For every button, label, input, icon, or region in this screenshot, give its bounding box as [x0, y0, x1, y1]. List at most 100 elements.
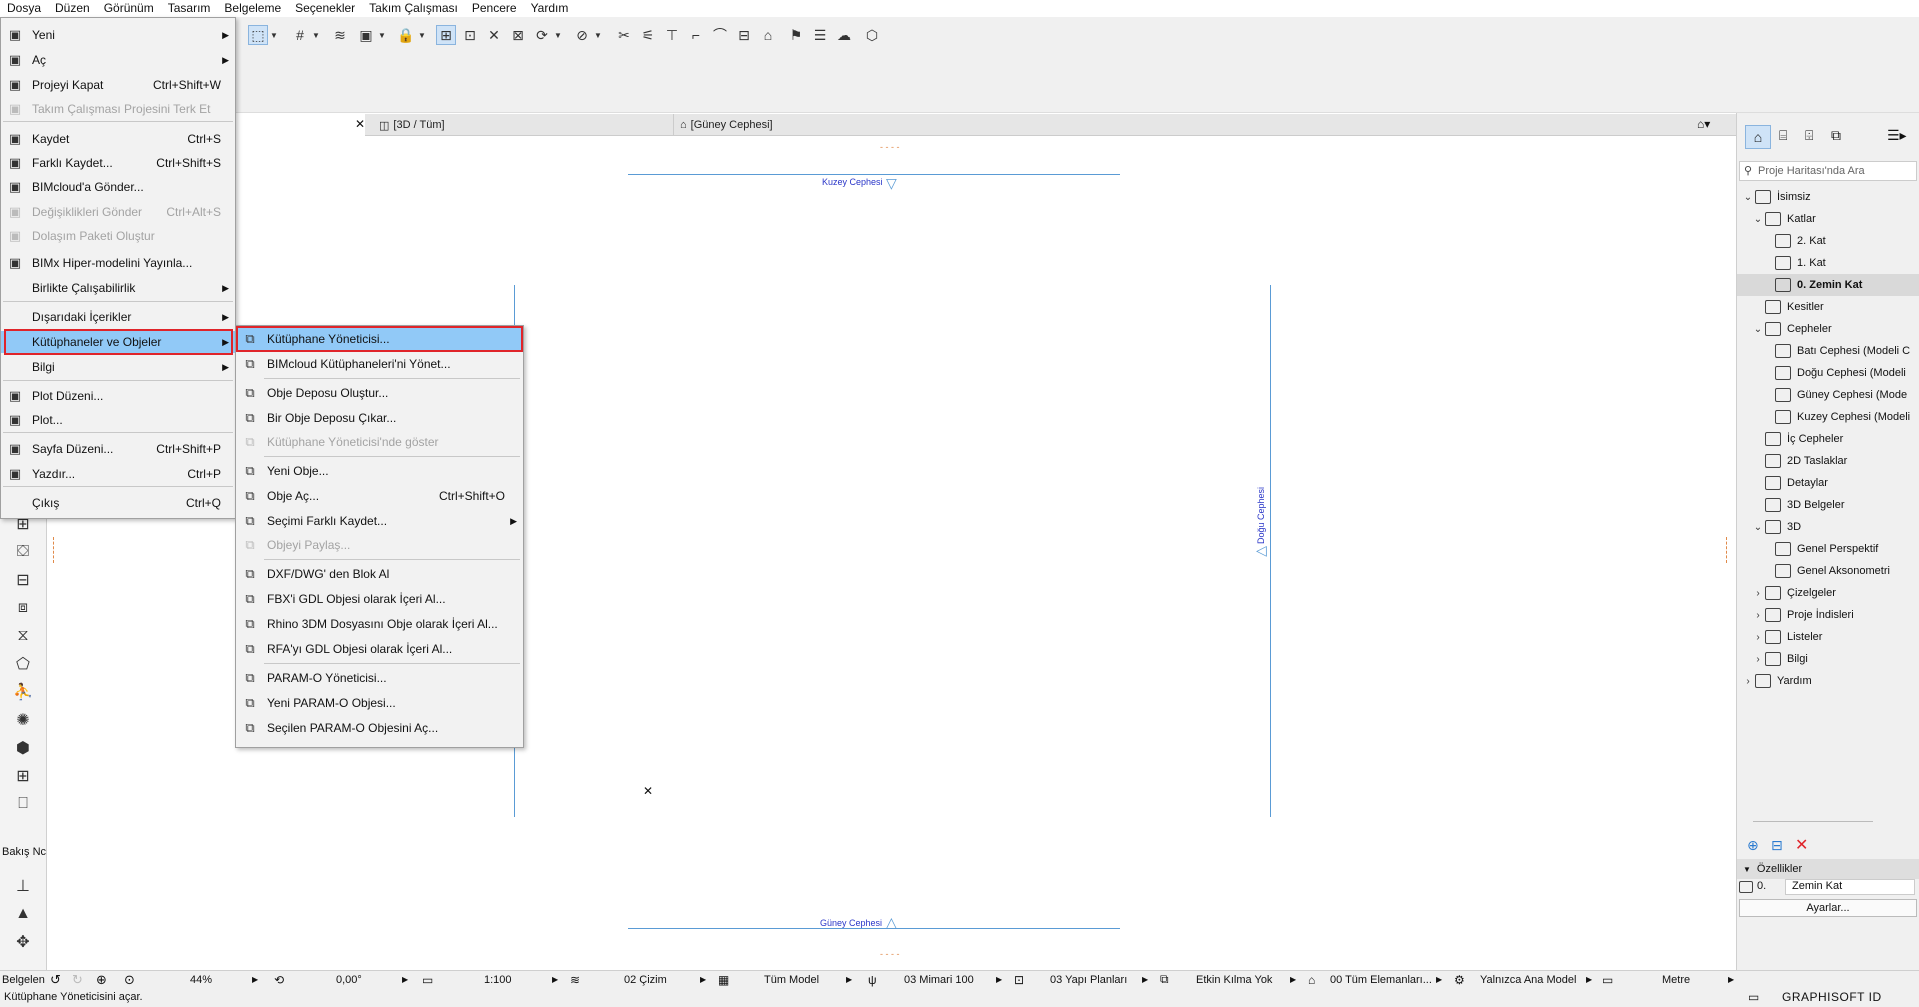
- tree-item[interactable]: İç Cepheler: [1737, 428, 1919, 450]
- dropdown-arrow-icon[interactable]: ▶: [846, 971, 852, 988]
- library-menu-item[interactable]: ⧉ DXF/DWG' den Blok Al: [236, 563, 523, 585]
- file-menu-item[interactable]: ▣ Projeyi Kapat Ctrl+Shift+W: [1, 74, 235, 96]
- dropdown-arrow-icon[interactable]: ▼: [378, 25, 386, 45]
- undo-zoom-icon[interactable]: ↺: [50, 971, 61, 988]
- file-menu-item[interactable]: ▣ BIMx Hiper-modelini Yayınla...: [1, 252, 235, 274]
- tree-item[interactable]: Genel Perspektif: [1737, 538, 1919, 560]
- menu-belgeleme[interactable]: Belgeleme: [217, 0, 288, 17]
- library-menu-item[interactable]: ⧉ Obje Deposu Oluştur...: [236, 382, 523, 404]
- dropdown-arrow-icon[interactable]: ▼: [418, 25, 426, 45]
- dropdown-arrow-icon[interactable]: ▼: [270, 25, 278, 45]
- file-menu-item[interactable]: ▣ Plot Düzeni...: [1, 385, 235, 407]
- layer-icon[interactable]: ▣: [356, 25, 376, 45]
- library-menu-item[interactable]: ⧉ PARAM-O Yöneticisi...: [236, 667, 523, 689]
- offset-icon[interactable]: ✕: [484, 25, 504, 45]
- door-tool-icon[interactable]: ⎕: [10, 791, 36, 817]
- tree-item[interactable]: ⌄ 3D: [1737, 516, 1919, 538]
- tree-item[interactable]: 2. Kat: [1737, 230, 1919, 252]
- file-menu-item[interactable]: ▣ Dolaşım Paketi Oluştur: [1, 225, 235, 247]
- tab-menu-icon[interactable]: ⌂▾: [1697, 117, 1710, 131]
- settings-view-icon[interactable]: ⊟: [1771, 837, 1783, 854]
- house-icon[interactable]: ⌂: [758, 25, 778, 45]
- view-map-icon[interactable]: ⌸: [1779, 127, 1787, 144]
- tab-current[interactable]: [235, 114, 365, 136]
- menu-secenekler[interactable]: Seçenekler: [288, 0, 362, 17]
- file-menu-item[interactable]: ▣ Farklı Kaydet... Ctrl+Shift+S: [1, 152, 235, 174]
- file-menu-item[interactable]: ▣ Değişiklikleri Gönder Ctrl+Alt+S: [1, 201, 235, 223]
- tree-item[interactable]: › Yardım: [1737, 670, 1919, 692]
- expand-chevron-icon[interactable]: ›: [1741, 676, 1755, 687]
- dropdown-arrow-icon[interactable]: ▶: [402, 971, 408, 988]
- menu-yardim[interactable]: Yardım: [524, 0, 576, 17]
- dropdown-arrow-icon[interactable]: ▶: [1436, 971, 1442, 988]
- dropdown-arrow-icon[interactable]: ▶: [552, 971, 558, 988]
- zone-tool-icon[interactable]: ⊞: [10, 763, 36, 789]
- property-name-field[interactable]: Zemin Kat: [1785, 879, 1915, 895]
- tree-item[interactable]: ⌄ Cepheler: [1737, 318, 1919, 340]
- expand-chevron-icon[interactable]: ›: [1751, 654, 1765, 665]
- menu-pencere[interactable]: Pencere: [465, 0, 524, 17]
- tree-item[interactable]: Batı Cephesi (Modeli C: [1737, 340, 1919, 362]
- morph-tool-icon[interactable]: ⬢: [10, 735, 36, 761]
- file-menu-item[interactable]: ▣ Aç ▶: [1, 49, 235, 71]
- file-menu-item[interactable]: Birlikte Çalışabilirlik ▶: [1, 277, 235, 299]
- level-tool-icon[interactable]: ▲: [10, 901, 36, 927]
- dropdown-arrow-icon[interactable]: ▶: [1142, 971, 1148, 988]
- dimension-tool-icon[interactable]: ⊥: [10, 873, 36, 899]
- navigator-menu-icon[interactable]: ☰▸: [1887, 127, 1907, 144]
- tree-item[interactable]: › Bilgi: [1737, 648, 1919, 670]
- mvo-value[interactable]: 03 Yapı Planları: [1050, 971, 1127, 988]
- rotate-icon[interactable]: ⟳: [532, 25, 552, 45]
- properties-header[interactable]: ▼ Özellikler: [1737, 859, 1919, 879]
- tree-item[interactable]: 1. Kat: [1737, 252, 1919, 274]
- library-menu-item[interactable]: ⧉ Seçimi Farklı Kaydet... ▶: [236, 510, 523, 532]
- library-menu-item[interactable]: ⧉ Kütüphane Yöneticisi'nde göster: [236, 431, 523, 453]
- rotate-view-icon[interactable]: ⟲: [274, 971, 284, 988]
- guide-icon[interactable]: ≋: [330, 25, 350, 45]
- tree-item[interactable]: 0. Zemin Kat: [1737, 274, 1919, 296]
- publisher-sets-icon[interactable]: ⧉: [1831, 127, 1841, 144]
- tree-item[interactable]: ⌄ İsimsiz: [1737, 186, 1919, 208]
- file-menu-item[interactable]: Dışarıdaki İçerikler ▶: [1, 306, 235, 328]
- split-icon[interactable]: ⚟: [638, 25, 658, 45]
- account-icon[interactable]: ▭: [1748, 990, 1759, 1004]
- expand-chevron-icon[interactable]: ⌄: [1741, 192, 1755, 203]
- file-menu-item[interactable]: Bilgi ▶: [1, 356, 235, 378]
- file-menu-item[interactable]: ▣ Yeni ▶: [1, 24, 235, 46]
- fillet-icon[interactable]: ⌒: [710, 25, 730, 45]
- shell-tool-icon[interactable]: ⬠: [10, 651, 36, 677]
- tree-item[interactable]: Genel Aksonometri: [1737, 560, 1919, 582]
- sheet-icon[interactable]: ☰: [810, 25, 830, 45]
- zoom-icon[interactable]: ⊙: [124, 971, 135, 988]
- intersect-icon[interactable]: ⌐: [686, 25, 706, 45]
- file-menu-item[interactable]: ▣ Yazdır... Ctrl+P: [1, 463, 235, 485]
- resize-icon[interactable]: ⊡: [460, 25, 480, 45]
- flag-icon[interactable]: ⚑: [786, 25, 806, 45]
- library-menu-item[interactable]: ⧉ Obje Aç... Ctrl+Shift+O: [236, 485, 523, 507]
- dropdown-arrow-icon[interactable]: ▼: [554, 25, 562, 45]
- gravity-icon[interactable]: ⊘: [572, 25, 592, 45]
- library-menu-item[interactable]: ⧉ Bir Obje Deposu Çıkar...: [236, 407, 523, 429]
- file-menu-item[interactable]: ▣ Takım Çalışması Projesini Terk Et: [1, 98, 235, 120]
- expand-chevron-icon[interactable]: ⌄: [1751, 324, 1765, 335]
- dropdown-arrow-icon[interactable]: ▼: [594, 25, 602, 45]
- window-tool-icon[interactable]: ⧈: [10, 595, 36, 621]
- lock-icon[interactable]: 🔒: [396, 25, 416, 45]
- zoom-value[interactable]: 44%: [190, 971, 212, 988]
- project-map-icon[interactable]: ⌂: [1745, 125, 1771, 149]
- file-menu-item[interactable]: ▣ Kaydet Ctrl+S: [1, 128, 235, 150]
- tab-3d[interactable]: ◫ [3D / Tüm]: [373, 114, 609, 136]
- expand-chevron-icon[interactable]: ›: [1751, 588, 1765, 599]
- edit-selection-icon[interactable]: ⊞: [436, 25, 456, 45]
- publish-icon[interactable]: ☁: [834, 25, 854, 45]
- library-menu-item[interactable]: ⧉ Rhino 3DM Dosyasını Obje olarak İçeri A…: [236, 613, 523, 635]
- explode-icon[interactable]: ⊟: [734, 25, 754, 45]
- tree-item[interactable]: 2D Taslaklar: [1737, 450, 1919, 472]
- dropdown-arrow-icon[interactable]: ▶: [1586, 971, 1592, 988]
- library-menu-item[interactable]: ⧉ BIMcloud Kütüphaneleri'ni Yönet...: [236, 353, 523, 375]
- expand-chevron-icon[interactable]: ⌄: [1751, 214, 1765, 225]
- library-menu-item[interactable]: ⧉ Objeyi Paylaş...: [236, 534, 523, 556]
- menu-duzen[interactable]: Düzen: [48, 0, 97, 17]
- menu-takim-calismasi[interactable]: Takım Çalışması: [362, 0, 465, 17]
- redo-zoom-icon[interactable]: ↻: [72, 971, 83, 988]
